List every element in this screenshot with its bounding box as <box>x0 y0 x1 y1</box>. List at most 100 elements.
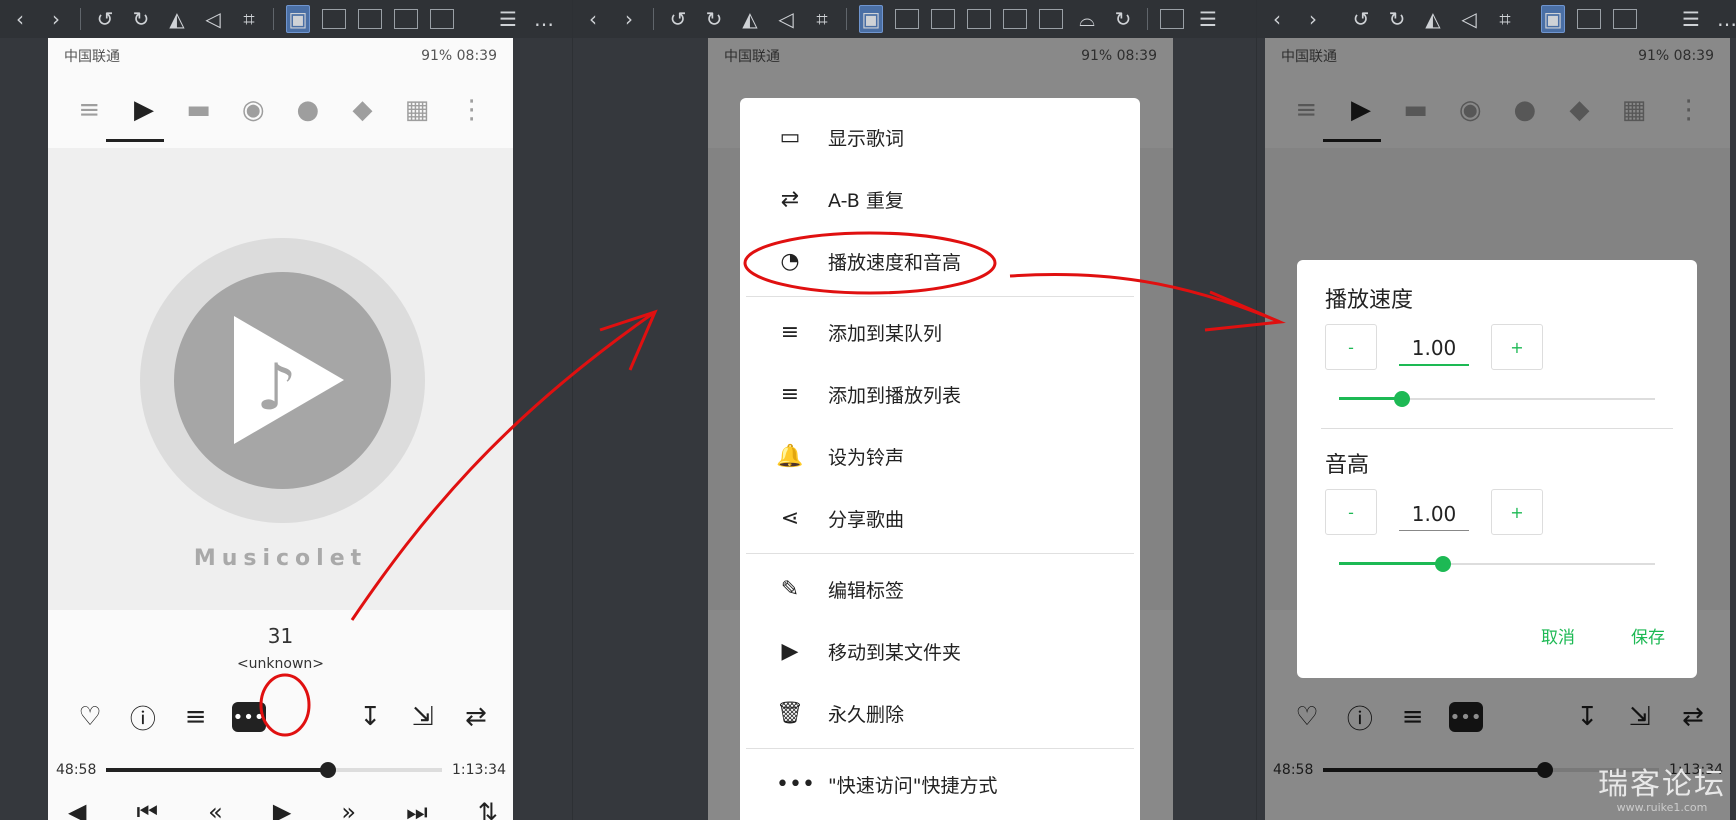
more-options-button[interactable]: ••• <box>227 695 271 739</box>
repeat-folder-icon[interactable]: ⇲ <box>401 695 445 739</box>
fast-forward-icon[interactable]: » <box>341 798 356 820</box>
more-icon[interactable]: … <box>1715 5 1736 33</box>
menu-icon[interactable]: ☰ <box>1679 5 1703 33</box>
rotate-left-icon[interactable]: ↺ <box>93 5 117 33</box>
rotate-left-icon[interactable]: ↺ <box>666 5 690 33</box>
speed-icon: ◔ <box>780 248 800 274</box>
pitch-input[interactable]: 1.00 <box>1399 493 1469 531</box>
save-button[interactable]: 保存 <box>1631 623 1665 648</box>
rotate-left-icon[interactable]: ↺ <box>1349 5 1373 33</box>
crop-icon[interactable]: ⌗ <box>1493 5 1517 33</box>
album-tab-icon[interactable]: ◉ <box>226 87 281 133</box>
pitch-slider[interactable] <box>1325 549 1669 579</box>
rotate-right-icon[interactable]: ↻ <box>129 5 153 33</box>
next-icon[interactable]: ⏭ <box>406 798 428 820</box>
pitch-title: 音高 <box>1325 453 1370 478</box>
menu-divider <box>746 296 1134 297</box>
overflow-menu-icon[interactable]: ⋮ <box>444 87 499 133</box>
image-frame-icon[interactable] <box>358 9 382 29</box>
lock-icon[interactable] <box>895 9 919 29</box>
playback-controls: ◀ ⏮ « ▶ » ⏭ ⇅ <box>68 798 498 820</box>
menu-icon[interactable]: ☰ <box>1196 5 1220 33</box>
mirror-icon[interactable]: ◁ <box>201 5 225 33</box>
back-icon[interactable]: ‹ <box>581 5 605 33</box>
playlist-tab-icon[interactable]: ▦ <box>390 87 445 133</box>
pitch-decrease-button[interactable]: - <box>1325 489 1377 535</box>
now-playing-tab-icon[interactable]: ▶ <box>117 87 172 133</box>
lock-icon[interactable] <box>322 9 346 29</box>
speed-input[interactable]: 1.00 <box>1399 328 1469 366</box>
image-frame-icon[interactable] <box>967 9 991 29</box>
sort-icon[interactable]: ⇅ <box>478 798 498 820</box>
mirror-icon[interactable]: ◁ <box>774 5 798 33</box>
rotate-right-icon[interactable]: ↻ <box>702 5 726 33</box>
volume-icon[interactable]: ◀ <box>68 798 86 820</box>
image-frame-icon[interactable] <box>1003 9 1027 29</box>
more-icon[interactable]: … <box>532 5 556 33</box>
lock-icon[interactable] <box>1577 9 1601 29</box>
info-icon[interactable]: ⓘ <box>121 695 165 739</box>
image-frame-icon[interactable] <box>394 9 418 29</box>
export-icon[interactable] <box>1160 9 1184 29</box>
rotate-right-icon[interactable]: ↻ <box>1385 5 1409 33</box>
seek-bar[interactable] <box>106 762 443 778</box>
refresh-icon[interactable]: ↻ <box>1111 5 1135 33</box>
shuffle-icon[interactable]: ⇄ <box>454 695 498 739</box>
crop-icon[interactable]: ⌗ <box>810 5 834 33</box>
menu-item[interactable]: 🗑 永久删除 <box>740 682 1140 744</box>
forward-icon[interactable]: › <box>1301 5 1325 33</box>
cancel-button[interactable]: 取消 <box>1541 623 1575 648</box>
back-icon[interactable]: ‹ <box>1265 5 1289 33</box>
add-to-queue-icon[interactable]: ≡ <box>174 695 218 739</box>
tag-tab-icon[interactable]: ◆ <box>335 87 390 133</box>
repeat-one-icon[interactable]: ↧ <box>348 695 392 739</box>
song-actions: ♡ ⓘ ≡ ••• ↧ ⇲ ⇄ <box>68 693 498 741</box>
speed-increase-button[interactable]: + <box>1491 324 1543 370</box>
mirror-icon[interactable]: ◁ <box>1457 5 1481 33</box>
image-frame-icon[interactable] <box>931 9 955 29</box>
pitch-increase-button[interactable]: + <box>1491 489 1543 535</box>
artist-tab-icon[interactable]: ● <box>281 87 336 133</box>
bucket-icon[interactable]: ⌓ <box>1075 5 1099 33</box>
menu-item[interactable]: ⇄ A-B 重复 <box>740 168 1140 230</box>
forward-icon[interactable]: › <box>617 5 641 33</box>
speed-slider[interactable] <box>1325 384 1669 414</box>
image-icon[interactable]: ▣ <box>859 5 883 33</box>
menu-item[interactable]: 🔔 设为铃声 <box>740 425 1140 487</box>
speed-slider-thumb[interactable] <box>1394 391 1411 407</box>
play-icon[interactable]: ▶ <box>273 798 291 820</box>
image-frame-icon[interactable] <box>1613 9 1637 29</box>
previous-icon[interactable]: ⏮ <box>137 798 159 820</box>
menu-item[interactable]: ✎ 编辑标签 <box>740 558 1140 620</box>
heart-icon[interactable]: ♡ <box>68 695 112 739</box>
image-frame-icon[interactable] <box>430 9 454 29</box>
menu-item[interactable]: ≡ 添加到某队列 <box>740 301 1140 363</box>
flip-icon[interactable]: ◭ <box>165 5 189 33</box>
flip-icon[interactable]: ◭ <box>1421 5 1445 33</box>
forward-icon[interactable]: › <box>44 5 68 33</box>
phone-screen: 中国联通 91% 08:39 ≡ ▶ ▬ ◉ ● ◆ ▦ ⋮ ♪ Musicol… <box>48 38 513 820</box>
image-icon[interactable]: ▣ <box>1541 5 1565 33</box>
flip-icon[interactable]: ◭ <box>738 5 762 33</box>
menu-item-label: 移动到某文件夹 <box>828 641 962 664</box>
menu-item[interactable]: ▶ 移动到某文件夹 <box>740 620 1140 682</box>
disc-inner: ♪ <box>174 272 391 489</box>
menu-item[interactable]: ≡ 添加到播放列表 <box>740 363 1140 425</box>
crop-icon[interactable]: ⌗ <box>237 5 261 33</box>
menu-item[interactable]: ••• "快速访问"快捷方式 <box>740 753 1140 815</box>
image-frame-icon[interactable] <box>1039 9 1063 29</box>
menu-item[interactable]: ◔ 播放速度和音高 <box>740 230 1140 292</box>
speed-pitch-dialog: 播放速度 - 1.00 + 音高 - 1.00 + 取消 保存 <box>1297 260 1697 678</box>
rewind-icon[interactable]: « <box>208 798 223 820</box>
queue-tab-icon[interactable]: ≡ <box>62 87 117 133</box>
menu-item[interactable]: ▭ 显示歌词 <box>740 106 1140 168</box>
image-icon[interactable]: ▣ <box>286 5 310 33</box>
dialog-divider <box>1321 428 1673 429</box>
speed-decrease-button[interactable]: - <box>1325 324 1377 370</box>
folder-tab-icon[interactable]: ▬ <box>171 87 226 133</box>
back-icon[interactable]: ‹ <box>8 5 32 33</box>
seek-bar-thumb[interactable] <box>319 762 336 778</box>
pitch-slider-thumb[interactable] <box>1435 556 1452 572</box>
menu-item[interactable]: ⋖ 分享歌曲 <box>740 487 1140 549</box>
menu-icon[interactable]: ☰ <box>496 5 520 33</box>
